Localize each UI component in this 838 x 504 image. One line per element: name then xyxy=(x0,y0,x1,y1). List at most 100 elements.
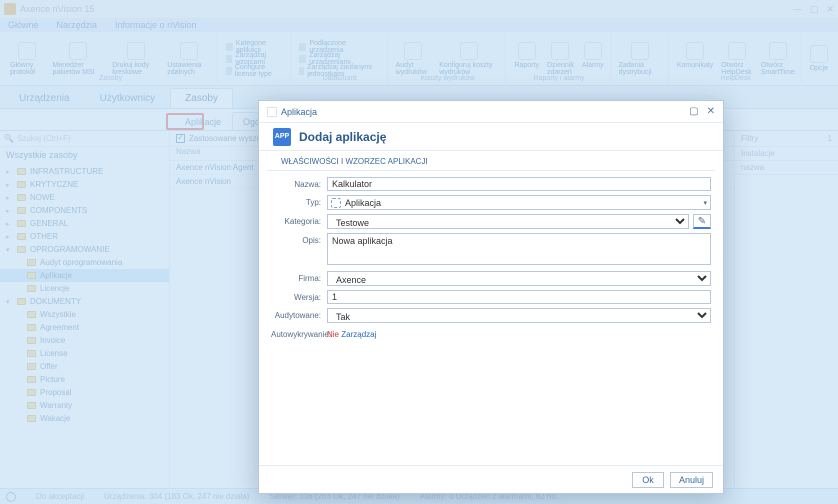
tree-node-label: Invoice xyxy=(40,336,65,345)
ribbon-dziennik[interactable]: Dziennik zdarzeń xyxy=(547,42,574,76)
filter-checkbox-icon[interactable] xyxy=(176,134,185,143)
ribbon-kategorie-aplikacji[interactable]: Kategorie aplikacji xyxy=(226,41,283,52)
ribbon-raporty[interactable]: Raporty xyxy=(514,42,539,76)
label-nazwa: Nazwa: xyxy=(271,177,327,189)
tree-node-label: Agreement xyxy=(40,323,79,332)
ribbon-alarmy[interactable]: Alarmy xyxy=(582,42,604,76)
folder-icon xyxy=(27,311,36,318)
ribbon-configure-license[interactable]: Configure license type xyxy=(226,65,283,76)
select-audytowane[interactable]: Tak xyxy=(327,308,711,323)
folder-icon xyxy=(27,272,36,279)
label-autowykrywanie: Autowykrywanie: xyxy=(271,327,327,339)
ribbon-ustawienia[interactable]: Ustawienia zdalnych xyxy=(167,42,211,76)
folder-icon xyxy=(17,220,26,227)
ribbon: Główny protokół Menedżer pakietów MSI Dr… xyxy=(0,32,838,86)
close-icon[interactable]: ✕ xyxy=(826,4,834,15)
folder-icon xyxy=(27,363,36,370)
menu-glowne[interactable]: Główne xyxy=(8,20,39,30)
dialog-close-icon[interactable]: ✕ xyxy=(707,106,715,117)
tree-node[interactable]: Aplikacje xyxy=(0,269,169,282)
folder-icon xyxy=(27,259,36,266)
tab-uzytkownicy[interactable]: Użytkownicy xyxy=(85,88,171,108)
textarea-opis[interactable]: Nowa aplikacja xyxy=(327,233,711,265)
tree-node[interactable]: License xyxy=(0,347,169,360)
tree-node-label: Warranty xyxy=(40,401,72,410)
right-panel: Filtry 1 Instalacje nazwa xyxy=(734,131,838,488)
tree-node[interactable]: COMPONENTS xyxy=(0,204,169,217)
ribbon-konfiguruj-koszty[interactable]: Konfiguruj koszty wydruków xyxy=(439,42,499,76)
tree-node-label: Wszystkie xyxy=(40,310,76,319)
tree-node[interactable]: Wakacje xyxy=(0,412,169,425)
tree-node[interactable]: Wszystkie xyxy=(0,308,169,321)
folder-icon xyxy=(27,337,36,344)
select-firma[interactable]: Axence xyxy=(327,271,711,286)
section-header: WŁAŚCIWOŚCI I WZORZEC APLIKACJI xyxy=(267,151,715,171)
tab-zasoby[interactable]: Zasoby xyxy=(170,88,233,108)
input-nazwa[interactable] xyxy=(327,177,711,191)
dialog-maximize-icon[interactable]: ▢ xyxy=(689,106,698,117)
ribbon-opcje[interactable]: Opcje xyxy=(810,45,828,72)
cancel-button[interactable]: Anuluj xyxy=(670,472,713,488)
folder-icon xyxy=(17,194,26,201)
edit-kategoria-button[interactable]: ✎ xyxy=(693,214,711,229)
folder-icon xyxy=(17,246,26,253)
ribbon-zarzadzaj-wzorcami[interactable]: Zarządzaj wzorcami xyxy=(226,53,283,64)
tree-node-label: GENERAL xyxy=(30,219,68,228)
tree-header[interactable]: Wszystkie zasoby xyxy=(0,147,169,163)
tree-node[interactable]: Proposal xyxy=(0,386,169,399)
tree-node-label: Picture xyxy=(40,375,65,384)
ribbon-helpdesk[interactable]: Otwórz HelpDesk xyxy=(721,42,752,76)
ribbon-zarzadzaj-urzadzeniami[interactable]: Zarządzaj urządzeniami xyxy=(299,53,381,64)
ribbon-glowny-protokol[interactable]: Główny protokół xyxy=(10,42,45,76)
maximize-icon[interactable]: ▢ xyxy=(810,4,819,15)
tree-node[interactable]: Invoice xyxy=(0,334,169,347)
ribbon-podlaczone-urzadzenia[interactable]: Podłączone urządzenia xyxy=(299,41,381,52)
select-typ[interactable]: Aplikacja ▾ xyxy=(327,195,711,210)
tree-node[interactable]: Agreement xyxy=(0,321,169,334)
tree-node[interactable]: DOKUMENTY xyxy=(0,295,169,308)
folder-icon xyxy=(17,207,26,214)
tree-node[interactable]: INFRASTRUCTURE xyxy=(0,165,169,178)
tree-node[interactable]: Licencje xyxy=(0,282,169,295)
menu-info[interactable]: Informacje o nVision xyxy=(115,20,196,30)
tree-node[interactable]: GENERAL xyxy=(0,217,169,230)
folder-icon xyxy=(17,233,26,240)
right-panel-title: Filtry xyxy=(741,134,758,143)
ribbon-drukuj[interactable]: Drukuj kody kreskowe xyxy=(112,42,159,76)
tree-node[interactable]: NOWE xyxy=(0,191,169,204)
tree-node-label: Wakacje xyxy=(40,414,70,423)
folder-icon xyxy=(27,402,36,409)
minimize-icon[interactable]: — xyxy=(793,4,802,15)
tree-node[interactable]: Warranty xyxy=(0,399,169,412)
sidebar: 🔍 Szukaj (Ctrl+F) Wszystkie zasoby INFRA… xyxy=(0,131,170,488)
tree-node[interactable]: OPROGRAMOWANIE xyxy=(0,243,169,256)
tree-node[interactable]: KRYTYCZNE xyxy=(0,178,169,191)
label-kategoria: Kategoria: xyxy=(271,214,327,226)
ribbon-smarttime[interactable]: Otwórz SmartTime xyxy=(761,42,795,76)
tree-node[interactable]: Audyt oprogramowania xyxy=(0,256,169,269)
tree-node-label: NOWE xyxy=(30,193,55,202)
tree-node[interactable]: Picture xyxy=(0,373,169,386)
ribbon-msi[interactable]: Menedżer pakietów MSI xyxy=(53,42,105,76)
tree-node[interactable]: OTHER xyxy=(0,230,169,243)
ribbon-zadania-dystrybucji[interactable]: Zadania dystrybucji xyxy=(619,42,662,76)
input-wersja[interactable] xyxy=(327,290,711,304)
tree-node-label: DOKUMENTY xyxy=(30,297,81,306)
footer-devices: Urządzenia: 304 (183 Ok, 247 nie działa) xyxy=(104,492,249,501)
select-kategoria[interactable]: Testowe xyxy=(327,214,689,229)
autowyk-manage-link[interactable]: Zarządzaj xyxy=(341,330,376,339)
tree-node[interactable]: Offer xyxy=(0,360,169,373)
right-panel-sub: nazwa xyxy=(735,161,838,175)
tree-node-label: OTHER xyxy=(30,232,58,241)
dialog-titlebar: Aplikacja ▢ ✕ xyxy=(259,101,723,123)
ribbon-audyt-wydrukow[interactable]: Audyt wydruków xyxy=(396,42,432,76)
pencil-icon: ✎ xyxy=(698,216,706,227)
app-badge-icon: APP xyxy=(273,128,291,146)
tree-node-label: Aplikacje xyxy=(40,271,72,280)
menu-narzedzia[interactable]: Narzędzia xyxy=(57,20,98,30)
search-input[interactable]: 🔍 Szukaj (Ctrl+F) xyxy=(0,131,169,147)
ok-button[interactable]: Ok xyxy=(632,472,664,488)
ribbon-komunikaty[interactable]: Komunikaty xyxy=(677,42,714,76)
subtab-aplikacje-top[interactable]: Aplikacje xyxy=(174,112,232,130)
tab-urzadzenia[interactable]: Urządzenia xyxy=(4,88,85,108)
